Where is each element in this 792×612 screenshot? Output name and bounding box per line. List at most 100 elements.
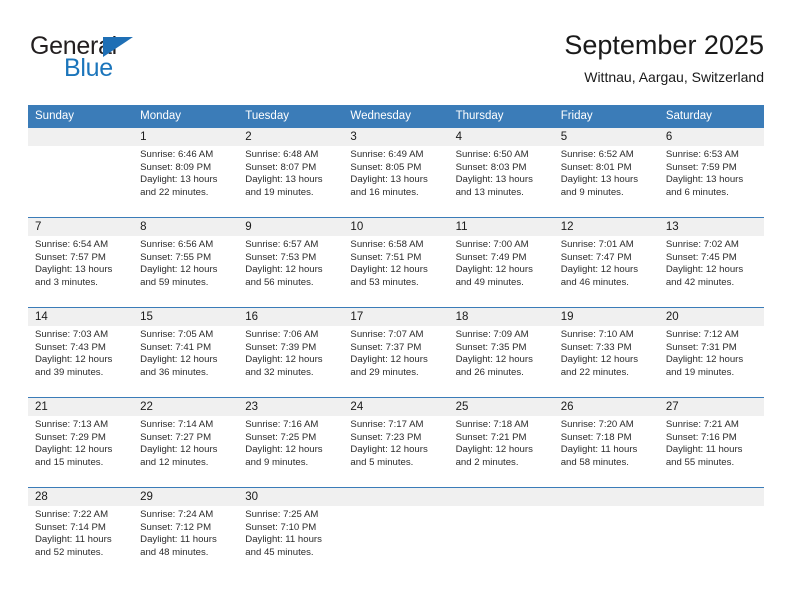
daylight-text-line2: and 49 minutes.: [455, 276, 524, 288]
sunrise-text: Sunrise: 7:01 AM: [560, 239, 634, 250]
sunrise-text: Sunrise: 6:50 AM: [455, 149, 529, 160]
day-cell[interactable]: 23 Sunrise: 7:16 AM Sunset: 7:25 PM Dayl…: [238, 397, 344, 488]
day-number: 3: [343, 128, 449, 146]
day-details: Sunrise: 6:53 AM Sunset: 7:59 PM Dayligh…: [659, 146, 764, 199]
day-number: 26: [553, 398, 659, 416]
day-number: 2: [238, 128, 344, 146]
daylight-text-line1: Daylight: 11 hours: [140, 534, 217, 546]
sunrise-text: Sunrise: 6:54 AM: [35, 239, 109, 250]
day-cell[interactable]: 29 Sunrise: 7:24 AM Sunset: 7:12 PM Dayl…: [133, 487, 239, 578]
sunset-text: Sunset: 7:12 PM: [140, 521, 212, 533]
day-cell-empty: [658, 487, 764, 578]
day-details: Sunrise: 7:25 AM Sunset: 7:10 PM Dayligh…: [238, 506, 343, 559]
daylight-text-line1: Daylight: 13 hours: [140, 174, 218, 186]
day-cell[interactable]: 20 Sunrise: 7:12 AM Sunset: 7:31 PM Dayl…: [658, 307, 764, 398]
day-cell[interactable]: 3 Sunrise: 6:49 AM Sunset: 8:05 PM Dayli…: [343, 127, 449, 218]
day-cell[interactable]: 5 Sunrise: 6:52 AM Sunset: 8:01 PM Dayli…: [553, 127, 659, 218]
sunrise-text: Sunrise: 7:06 AM: [245, 329, 319, 340]
sunset-text: Sunset: 7:14 PM: [35, 521, 106, 533]
sunrise-text: Sunrise: 7:07 AM: [350, 329, 424, 340]
daylight-text-line1: Daylight: 12 hours: [245, 444, 323, 456]
daylight-text-line1: Daylight: 13 hours: [35, 264, 113, 276]
daylight-text-line2: and 45 minutes.: [245, 546, 314, 558]
daylight-text-line2: and 29 minutes.: [350, 366, 419, 378]
daylight-text-line1: Daylight: 12 hours: [560, 354, 639, 366]
day-cell[interactable]: 2 Sunrise: 6:48 AM Sunset: 8:07 PM Dayli…: [238, 127, 344, 218]
day-cell[interactable]: [28, 127, 134, 218]
day-number: 12: [553, 218, 659, 236]
daylight-text-line2: and 19 minutes.: [665, 366, 735, 378]
day-cell[interactable]: 16 Sunrise: 7:06 AM Sunset: 7:39 PM Dayl…: [238, 307, 344, 398]
sunrise-text: Sunrise: 7:09 AM: [455, 329, 529, 340]
day-details: Sunrise: 7:22 AM Sunset: 7:14 PM Dayligh…: [28, 506, 133, 559]
day-number: 8: [133, 218, 239, 236]
daylight-text-line1: Daylight: 12 hours: [245, 264, 323, 276]
daylight-text-line2: and 16 minutes.: [350, 186, 419, 198]
day-cell[interactable]: 6 Sunrise: 6:53 AM Sunset: 7:59 PM Dayli…: [658, 127, 764, 218]
daylight-text-line1: Daylight: 11 hours: [35, 534, 112, 546]
daylight-text-line2: and 12 minutes.: [140, 456, 209, 468]
day-cell[interactable]: 27 Sunrise: 7:21 AM Sunset: 7:16 PM Dayl…: [658, 397, 764, 488]
day-cell[interactable]: 9 Sunrise: 6:57 AM Sunset: 7:53 PM Dayli…: [238, 217, 344, 308]
day-cell[interactable]: 17 Sunrise: 7:07 AM Sunset: 7:37 PM Dayl…: [343, 307, 449, 398]
daylight-text-line2: and 32 minutes.: [245, 366, 314, 378]
day-cell[interactable]: 18 Sunrise: 7:09 AM Sunset: 7:35 PM Dayl…: [448, 307, 554, 398]
day-cell[interactable]: 22 Sunrise: 7:14 AM Sunset: 7:27 PM Dayl…: [133, 397, 239, 488]
sunset-text: Sunset: 8:09 PM: [140, 161, 212, 173]
day-cell[interactable]: 13 Sunrise: 7:02 AM Sunset: 7:45 PM Dayl…: [658, 217, 764, 308]
day-cell[interactable]: 11 Sunrise: 7:00 AM Sunset: 7:49 PM Dayl…: [448, 217, 554, 308]
day-number: 9: [238, 218, 344, 236]
calendar-body: 1 Sunrise: 6:46 AM Sunset: 8:09 PM Dayli…: [28, 127, 764, 578]
daylight-text-line1: Daylight: 12 hours: [350, 264, 428, 276]
day-number: 10: [343, 218, 449, 236]
day-cell[interactable]: 21 Sunrise: 7:13 AM Sunset: 7:29 PM Dayl…: [28, 397, 134, 488]
day-cell[interactable]: 28 Sunrise: 7:22 AM Sunset: 7:14 PM Dayl…: [28, 487, 134, 578]
sunset-text: Sunset: 7:35 PM: [455, 341, 527, 353]
daylight-text-line2: and 58 minutes.: [560, 456, 629, 468]
day-cell[interactable]: 26 Sunrise: 7:20 AM Sunset: 7:18 PM Dayl…: [553, 397, 659, 488]
title-block: September 2025 Wittnau, Aargau, Switzerl…: [564, 28, 764, 88]
day-cell[interactable]: 1 Sunrise: 6:46 AM Sunset: 8:09 PM Dayli…: [133, 127, 239, 218]
daylight-text-line1: Daylight: 12 hours: [140, 264, 218, 276]
day-cell[interactable]: 7 Sunrise: 6:54 AM Sunset: 7:57 PM Dayli…: [28, 217, 134, 308]
day-details: Sunrise: 7:16 AM Sunset: 7:25 PM Dayligh…: [238, 416, 343, 469]
general-blue-logo: General Blue: [28, 32, 208, 90]
day-cell[interactable]: 25 Sunrise: 7:18 AM Sunset: 7:21 PM Dayl…: [448, 397, 554, 488]
weekday-header-monday: Monday: [133, 105, 239, 128]
weekday-header-tuesday: Tuesday: [238, 105, 344, 128]
sunrise-text: Sunrise: 7:14 AM: [140, 419, 214, 430]
day-details: Sunrise: 6:52 AM Sunset: 8:01 PM Dayligh…: [554, 146, 659, 199]
day-number: 27: [658, 398, 764, 416]
day-number: [343, 488, 449, 506]
sunrise-text: Sunrise: 7:25 AM: [245, 509, 319, 520]
daylight-text-line2: and 39 minutes.: [35, 366, 104, 378]
day-number: 14: [28, 308, 134, 326]
daylight-text-line1: Daylight: 13 hours: [560, 174, 639, 186]
daylight-text-line2: and 59 minutes.: [140, 276, 209, 288]
day-number: 7: [28, 218, 134, 236]
daylight-text-line1: Daylight: 12 hours: [140, 354, 218, 366]
day-cell[interactable]: 8 Sunrise: 6:56 AM Sunset: 7:55 PM Dayli…: [133, 217, 239, 308]
day-cell[interactable]: 19 Sunrise: 7:10 AM Sunset: 7:33 PM Dayl…: [553, 307, 659, 398]
weekday-header-sunday: Sunday: [28, 105, 134, 128]
daylight-text-line2: and 13 minutes.: [455, 186, 524, 198]
day-cell[interactable]: 10 Sunrise: 6:58 AM Sunset: 7:51 PM Dayl…: [343, 217, 449, 308]
day-details: Sunrise: 7:02 AM Sunset: 7:45 PM Dayligh…: [659, 236, 764, 289]
sunset-text: Sunset: 7:41 PM: [140, 341, 212, 353]
daylight-text-line2: and 6 minutes.: [665, 186, 729, 198]
day-number: [553, 488, 659, 506]
day-cell[interactable]: 15 Sunrise: 7:05 AM Sunset: 7:41 PM Dayl…: [133, 307, 239, 398]
day-cell[interactable]: 24 Sunrise: 7:17 AM Sunset: 7:23 PM Dayl…: [343, 397, 449, 488]
sunset-text: Sunset: 7:29 PM: [35, 431, 106, 443]
sunrise-text: Sunrise: 7:05 AM: [140, 329, 214, 340]
daylight-text-line1: Daylight: 13 hours: [455, 174, 533, 186]
day-cell[interactable]: 12 Sunrise: 7:01 AM Sunset: 7:47 PM Dayl…: [553, 217, 659, 308]
day-details: Sunrise: 7:05 AM Sunset: 7:41 PM Dayligh…: [133, 326, 238, 379]
day-cell[interactable]: 4 Sunrise: 6:50 AM Sunset: 8:03 PM Dayli…: [448, 127, 554, 218]
logo-text-blue: Blue: [64, 54, 113, 82]
day-cell[interactable]: 14 Sunrise: 7:03 AM Sunset: 7:43 PM Dayl…: [28, 307, 134, 398]
day-number: 29: [133, 488, 239, 506]
day-cell[interactable]: 30 Sunrise: 7:25 AM Sunset: 7:10 PM Dayl…: [238, 487, 344, 578]
sunrise-text: Sunrise: 6:52 AM: [560, 149, 634, 160]
sunset-text: Sunset: 7:23 PM: [350, 431, 422, 443]
